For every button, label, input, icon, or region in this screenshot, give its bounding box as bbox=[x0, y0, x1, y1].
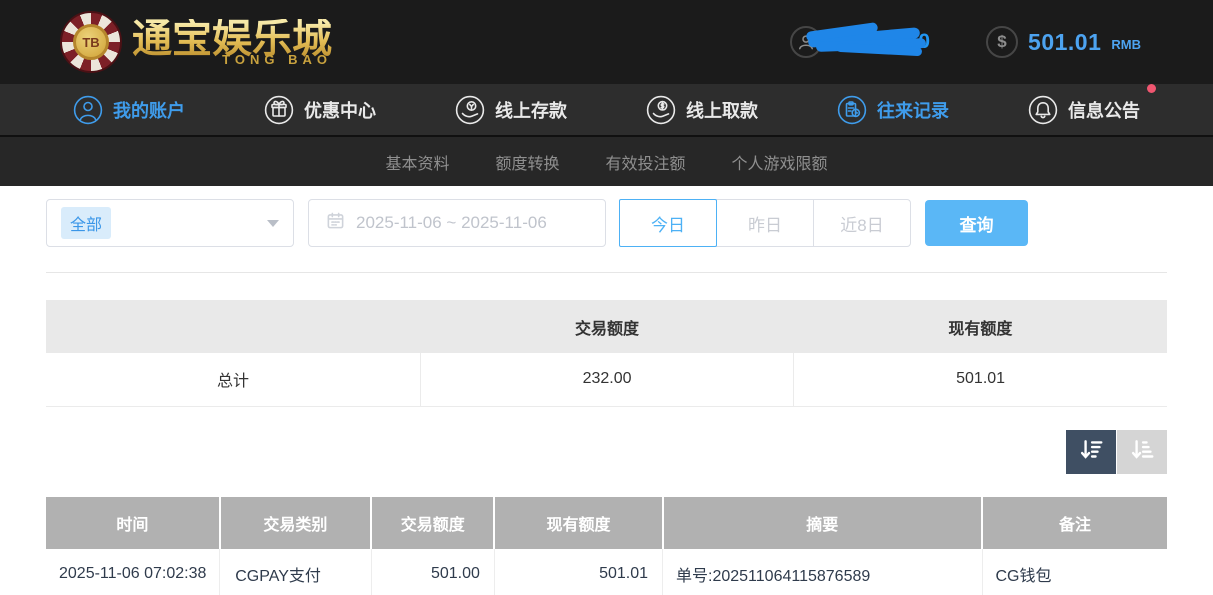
records-header-row: 时间 交易类别 交易额度 现有额度 摘要 备注 bbox=[46, 497, 1167, 549]
dollar-circle-icon: $ bbox=[986, 26, 1018, 58]
deposit-icon bbox=[455, 95, 485, 125]
username-redaction-scribble bbox=[808, 27, 926, 57]
records-col-time: 时间 bbox=[46, 497, 220, 549]
records-col-type: 交易类别 bbox=[220, 497, 371, 549]
subnav-item-basic-info[interactable]: 基本资料 bbox=[385, 150, 449, 174]
quick-range-group: 今日 昨日 近8日 bbox=[619, 199, 911, 247]
main-content: 全部 2025-11-06 ~ 2025-11-06 今日 昨日 近8日 查询 bbox=[0, 199, 1213, 595]
balance-currency: RMB bbox=[1111, 37, 1141, 52]
summary-total-row: 总计 232.00 501.01 bbox=[46, 353, 1167, 406]
chevron-down-icon bbox=[267, 220, 279, 227]
records-col-amount: 交易额度 bbox=[371, 497, 494, 549]
records-col-balance: 现有额度 bbox=[494, 497, 662, 549]
username-display[interactable]: 0 bbox=[790, 26, 930, 58]
record-time: 2025-11-06 07:02:38 bbox=[46, 549, 220, 595]
account-subnav: 基本资料 额度转换 有效投注额 个人游戏限额 bbox=[0, 137, 1213, 186]
gift-icon bbox=[264, 95, 294, 125]
subnav-item-credit-transfer[interactable]: 额度转换 bbox=[495, 150, 559, 174]
calendar-icon bbox=[326, 211, 345, 235]
nav-item-promotions[interactable]: 优惠中心 bbox=[264, 95, 376, 125]
table-row: 2025-11-06 07:02:38 CGPAY支付 501.00 501.0… bbox=[46, 549, 1167, 595]
record-balance: 501.01 bbox=[494, 549, 662, 595]
balance-display[interactable]: $ 501.01 RMB bbox=[986, 26, 1141, 58]
summary-total-label: 总计 bbox=[46, 353, 420, 406]
nav-item-deposit[interactable]: 线上存款 bbox=[455, 95, 567, 125]
records-col-remark: 备注 bbox=[982, 497, 1167, 549]
sort-descending-icon bbox=[1078, 437, 1104, 466]
records-icon bbox=[837, 95, 867, 125]
top-bar: TB 通宝娱乐城 TONG BAO 0 $ 501.01 RMB bbox=[0, 0, 1213, 84]
nav-item-announcements[interactable]: 信息公告 bbox=[1028, 95, 1140, 125]
withdraw-icon bbox=[646, 95, 676, 125]
divider bbox=[46, 272, 1167, 273]
record-remark: CG钱包 bbox=[982, 549, 1167, 595]
selected-type-tag: 全部 bbox=[61, 207, 111, 239]
main-navigation: 我的账户 优惠中心 线上存款 bbox=[0, 84, 1213, 137]
summary-table: 交易额度 现有额度 总计 232.00 501.01 bbox=[46, 300, 1167, 407]
sort-descending-button[interactable] bbox=[1066, 430, 1116, 474]
record-summary: 单号:202511064115876589 bbox=[663, 549, 982, 595]
user-icon bbox=[73, 95, 103, 125]
summary-total-balance: 501.01 bbox=[794, 353, 1167, 406]
site-subtitle: TONG BAO bbox=[132, 53, 332, 66]
nav-item-transaction-records[interactable]: 往来记录 bbox=[837, 95, 949, 125]
filter-bar: 全部 2025-11-06 ~ 2025-11-06 今日 昨日 近8日 查询 bbox=[46, 199, 1167, 247]
summary-col-transaction-amount: 交易额度 bbox=[420, 300, 793, 353]
nav-item-my-account[interactable]: 我的账户 bbox=[73, 95, 185, 125]
bell-icon bbox=[1028, 95, 1058, 125]
notification-dot bbox=[1147, 84, 1156, 93]
transaction-type-select[interactable]: 全部 bbox=[46, 199, 294, 247]
nav-item-withdraw[interactable]: 线上取款 bbox=[646, 95, 758, 125]
date-range-value: 2025-11-06 ~ 2025-11-06 bbox=[356, 213, 547, 233]
quick-range-last8days[interactable]: 近8日 bbox=[813, 199, 911, 247]
site-logo[interactable]: TB 通宝娱乐城 TONG BAO bbox=[60, 11, 332, 73]
sort-ascending-button[interactable] bbox=[1117, 430, 1167, 474]
record-type: CGPAY支付 bbox=[220, 549, 371, 595]
balance-amount: 501.01 bbox=[1028, 29, 1101, 56]
chip-label: TB bbox=[73, 24, 109, 60]
records-table: 时间 交易类别 交易额度 现有额度 摘要 备注 2025-11-06 07:02… bbox=[46, 497, 1167, 595]
records-col-summary: 摘要 bbox=[663, 497, 982, 549]
summary-col-current-balance: 现有额度 bbox=[794, 300, 1167, 353]
subnav-item-game-limits[interactable]: 个人游戏限额 bbox=[732, 150, 828, 174]
summary-col-empty bbox=[46, 300, 420, 353]
account-summary-area: 0 $ 501.01 RMB bbox=[790, 26, 1141, 58]
subnav-item-valid-bets[interactable]: 有效投注额 bbox=[606, 150, 686, 174]
quick-range-yesterday[interactable]: 昨日 bbox=[716, 199, 814, 247]
summary-total-transaction: 232.00 bbox=[420, 353, 793, 406]
search-button[interactable]: 查询 bbox=[925, 200, 1028, 246]
record-amount: 501.00 bbox=[371, 549, 494, 595]
quick-range-today[interactable]: 今日 bbox=[619, 199, 717, 247]
sort-controls bbox=[46, 430, 1167, 474]
summary-header-row: 交易额度 现有额度 bbox=[46, 300, 1167, 353]
casino-chip-icon: TB bbox=[60, 11, 122, 73]
sort-ascending-icon bbox=[1129, 437, 1155, 466]
date-range-input[interactable]: 2025-11-06 ~ 2025-11-06 bbox=[308, 199, 606, 247]
